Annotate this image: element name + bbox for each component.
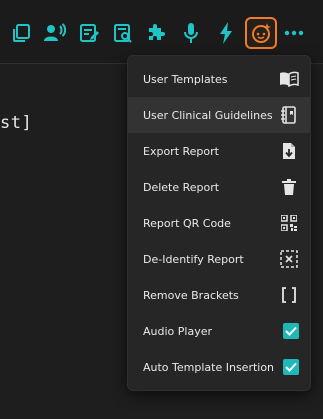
guideline-book-icon	[279, 105, 299, 125]
puzzle-button[interactable]	[141, 18, 171, 48]
app: st] User Templates User Clinical Guideli…	[0, 0, 323, 419]
menu-item-user-clinical-guidelines[interactable]: User Clinical Guidelines	[128, 97, 310, 133]
menu-item-de-identify-report[interactable]: De-Identify Report	[128, 241, 310, 277]
menu-item-audio-player[interactable]: Audio Player	[128, 313, 310, 349]
menu-item-label: De-Identify Report	[143, 252, 244, 266]
menu-item-delete-report[interactable]: Delete Report	[128, 169, 310, 205]
menu-item-label: User Templates	[143, 72, 228, 86]
speaker-icon	[44, 23, 66, 41]
menu-item-label: User Clinical Guidelines	[143, 108, 273, 122]
menu-item-label: Remove Brackets	[143, 288, 239, 302]
report-edit-icon	[80, 24, 99, 42]
more-options-icon	[284, 30, 304, 36]
report-search-icon	[114, 24, 132, 43]
menu-item-export-report[interactable]: Export Report	[128, 133, 310, 169]
puzzle-icon	[149, 24, 165, 40]
microphone-button[interactable]	[176, 18, 206, 48]
microphone-icon	[184, 23, 198, 43]
menu-item-report-qr-code[interactable]: Report QR Code	[128, 205, 310, 241]
menu-item-auto-template-insertion[interactable]: Auto Template Insertion	[128, 349, 310, 385]
trash-icon	[279, 177, 299, 197]
assistant-face-icon	[252, 23, 271, 43]
report-edit-button[interactable]	[74, 18, 104, 48]
lightning-button[interactable]	[211, 18, 241, 48]
options-menu: User Templates User Clinical Guidelines	[127, 55, 311, 391]
editor-text[interactable]: st]	[0, 113, 32, 133]
assistant-button[interactable]	[245, 17, 277, 49]
book-icon	[279, 69, 299, 89]
copy-icon	[13, 24, 30, 42]
de-identify-icon	[279, 249, 299, 269]
file-download-icon	[279, 141, 299, 161]
speaker-button[interactable]	[40, 18, 70, 48]
qr-code-icon	[279, 213, 299, 233]
menu-item-label: Delete Report	[143, 180, 220, 194]
menu-item-user-templates[interactable]: User Templates	[128, 61, 310, 97]
more-options-button[interactable]	[279, 18, 309, 48]
menu-item-label: Auto Template Insertion	[143, 360, 275, 374]
checkmark-icon	[285, 326, 297, 336]
copy-button[interactable]	[6, 18, 36, 48]
menu-item-label: Export Report	[143, 144, 219, 158]
brackets-icon	[279, 285, 299, 305]
report-search-button[interactable]	[108, 18, 138, 48]
menu-item-label: Audio Player	[143, 324, 212, 338]
menu-item-label: Report QR Code	[143, 216, 231, 230]
auto-template-insertion-checkbox[interactable]	[283, 359, 299, 375]
lightning-icon	[220, 22, 232, 44]
checkmark-icon	[285, 362, 297, 372]
audio-player-checkbox[interactable]	[283, 323, 299, 339]
menu-item-remove-brackets[interactable]: Remove Brackets	[128, 277, 310, 313]
